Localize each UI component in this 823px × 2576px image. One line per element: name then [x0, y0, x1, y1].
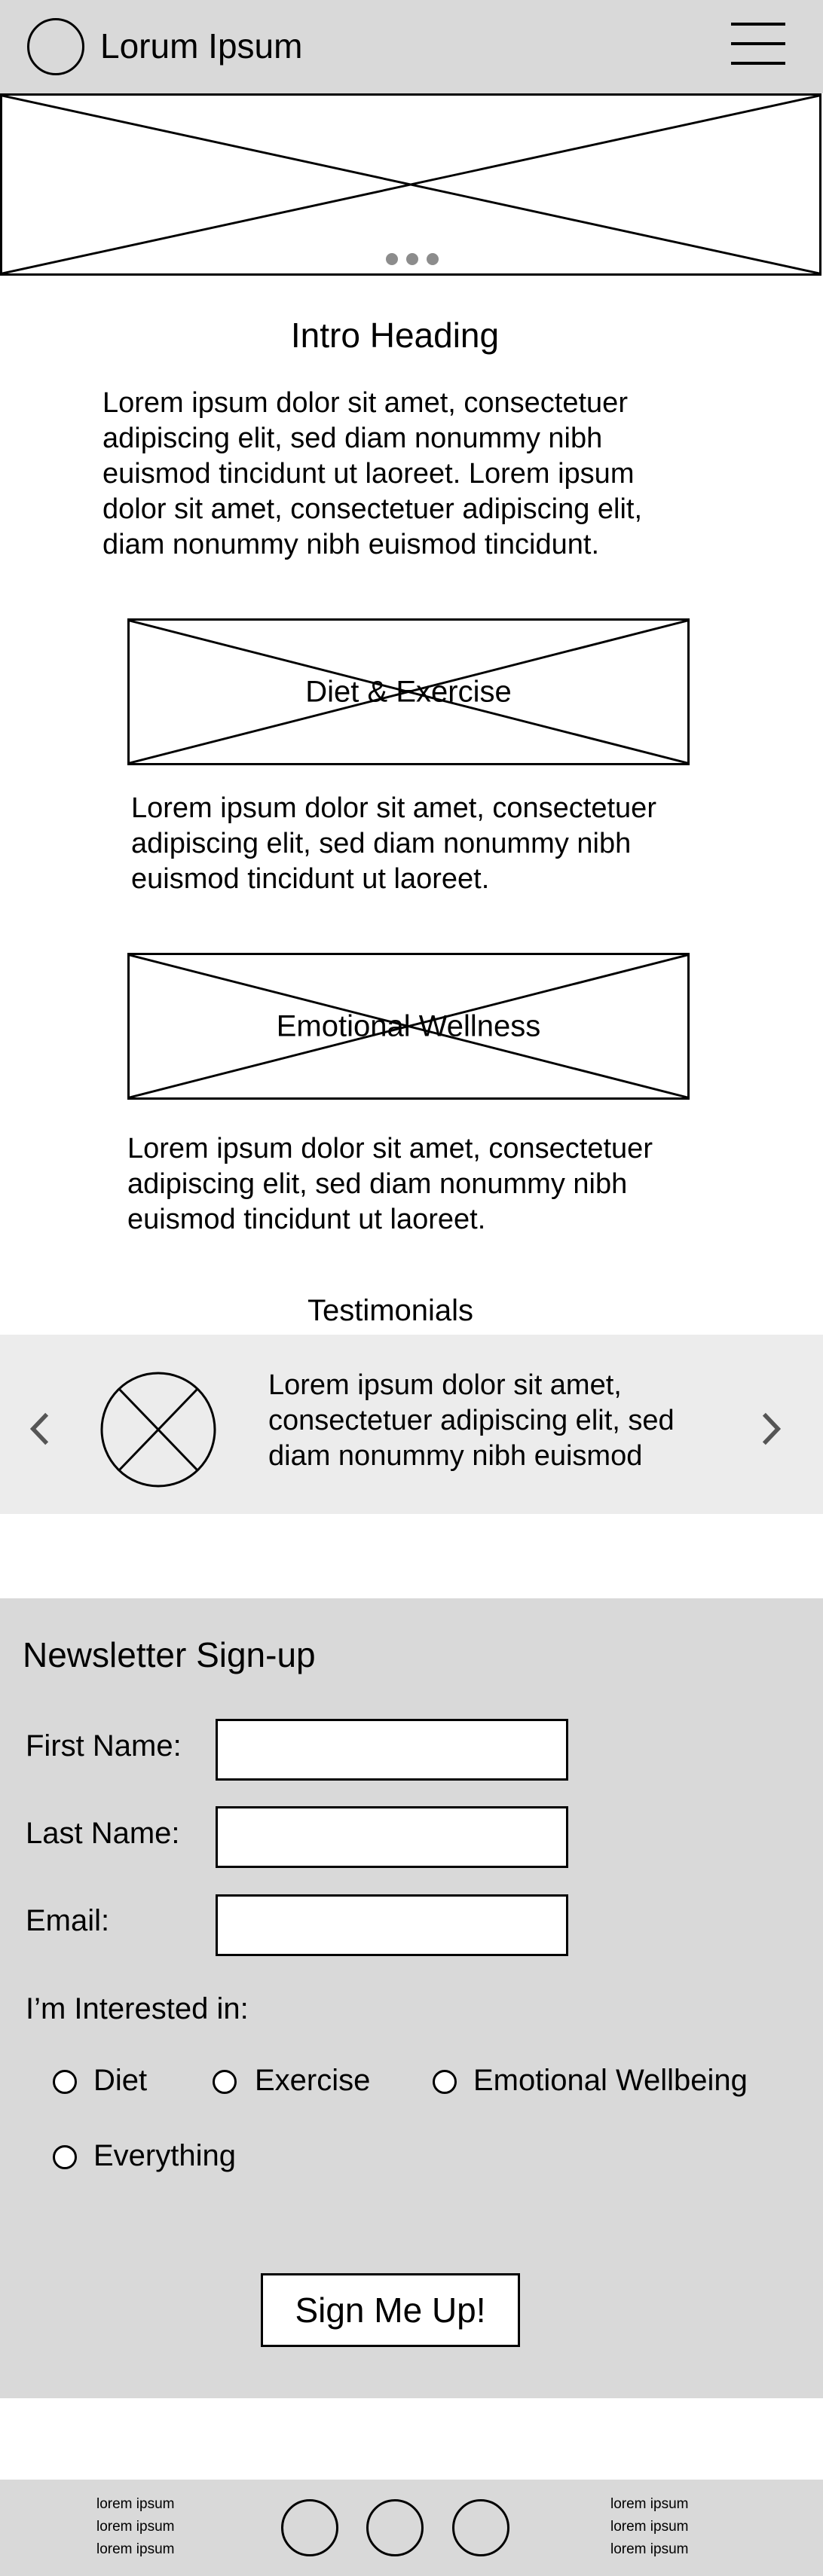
radio-button[interactable] — [433, 2070, 457, 2094]
footer-link[interactable]: lorem ipsum — [96, 2538, 174, 2561]
chevron-left-icon[interactable] — [29, 1412, 50, 1446]
pager-dot[interactable] — [427, 253, 439, 265]
option-label: Emotional Wellbeing — [473, 2064, 748, 2097]
diet-exercise-paragraph: Lorem ipsum dolor sit amet, consectetuer… — [131, 792, 656, 895]
footer-link[interactable]: lorem ipsum — [610, 2538, 688, 2561]
pager-dot[interactable] — [386, 253, 398, 265]
diet-exercise-card[interactable]: Diet & Exercise — [127, 618, 690, 765]
chevron-right-icon[interactable] — [761, 1412, 782, 1446]
last-name-label: Last Name: — [26, 1817, 180, 1850]
radio-button[interactable] — [53, 2145, 77, 2169]
footer-link[interactable]: lorem ipsum — [610, 2493, 688, 2516]
image-placeholder-icon — [2, 96, 819, 273]
footer-links-right: lorem ipsum lorem ipsum lorem ipsum — [610, 2493, 688, 2561]
card-caption: Diet & Exercise — [305, 675, 512, 708]
avatar-placeholder-icon — [100, 1372, 216, 1488]
footer: lorem ipsum lorem ipsum lorem ipsum lore… — [0, 2480, 823, 2576]
interest-option-emotional-wellbeing[interactable]: Emotional Wellbeing — [433, 2064, 764, 2100]
emotional-wellness-card[interactable]: Emotional Wellness — [127, 953, 690, 1100]
hamburger-menu-icon[interactable] — [731, 23, 785, 65]
option-label: Exercise — [255, 2064, 371, 2097]
newsletter-heading: Newsletter Sign-up — [23, 1635, 316, 1674]
footer-links-left: lorem ipsum lorem ipsum lorem ipsum — [96, 2493, 174, 2561]
interest-option-everything[interactable]: Everything — [53, 2139, 279, 2175]
carousel-pager-dots[interactable] — [386, 253, 443, 267]
radio-button[interactable] — [213, 2070, 237, 2094]
testimonial-carousel: Lorem ipsum dolor sit amet, consectetuer… — [0, 1335, 823, 1514]
interest-option-diet[interactable]: Diet — [53, 2064, 173, 2100]
social-circle-icon[interactable] — [452, 2499, 509, 2556]
interest-option-exercise[interactable]: Exercise — [213, 2064, 393, 2100]
site-title[interactable]: Lorum Ipsum — [100, 26, 302, 66]
option-label: Everything — [93, 2139, 236, 2172]
email-label: Email: — [26, 1904, 110, 1937]
footer-link[interactable]: lorem ipsum — [96, 2493, 174, 2516]
intro-paragraph: Lorem ipsum dolor sit amet, consectetuer… — [102, 387, 643, 560]
option-label: Diet — [93, 2064, 148, 2097]
sign-up-button[interactable]: Sign Me Up! — [261, 2273, 520, 2347]
pager-dot[interactable] — [406, 253, 418, 265]
intro-heading: Intro Heading — [290, 316, 500, 355]
social-circle-icon[interactable] — [281, 2499, 338, 2556]
testimonial-quote: Lorem ipsum dolor sit amet, consectetuer… — [268, 1369, 675, 1472]
card-caption: Emotional Wellness — [276, 1009, 541, 1042]
circle-logo-icon[interactable] — [27, 18, 84, 75]
interest-label: I’m Interested in: — [26, 1992, 249, 2025]
first-name-label: First Name: — [26, 1729, 182, 1763]
header-bar: Lorum Ipsum — [0, 0, 823, 93]
sign-up-button-label: Sign Me Up! — [295, 2291, 486, 2330]
emotional-wellness-paragraph: Lorem ipsum dolor sit amet, consectetuer… — [127, 1133, 653, 1235]
newsletter-section: Newsletter Sign-up First Name: Last Name… — [0, 1598, 823, 2398]
testimonials-heading: Testimonials — [307, 1294, 474, 1327]
radio-button[interactable] — [53, 2070, 77, 2094]
hero-image-placeholder — [0, 93, 821, 276]
social-circle-icon[interactable] — [366, 2499, 424, 2556]
footer-link[interactable]: lorem ipsum — [610, 2516, 688, 2538]
email-input[interactable] — [216, 1894, 568, 1956]
first-name-input[interactable] — [216, 1719, 568, 1781]
last-name-input[interactable] — [216, 1806, 568, 1868]
footer-link[interactable]: lorem ipsum — [96, 2516, 174, 2538]
